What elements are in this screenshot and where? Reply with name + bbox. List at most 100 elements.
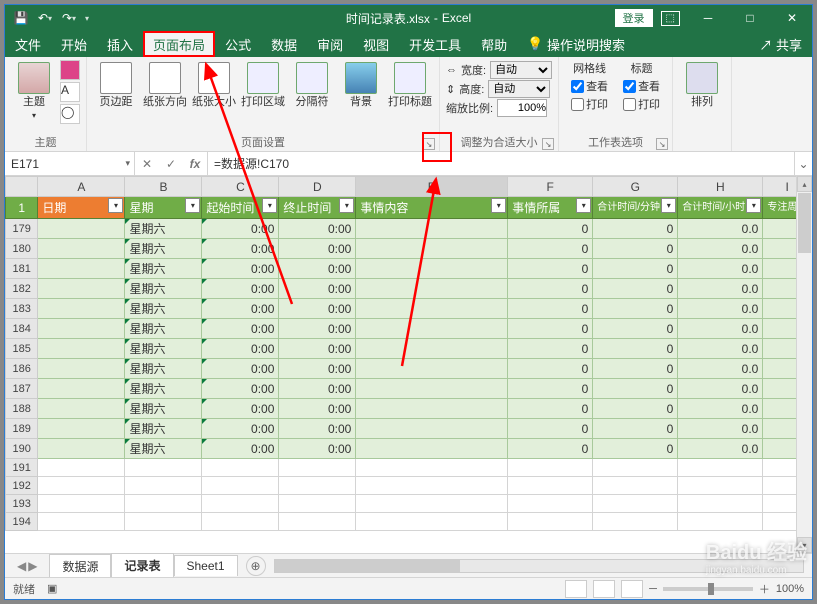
tab-file[interactable]: 文件 xyxy=(5,31,51,57)
row-header[interactable]: 186 xyxy=(6,359,38,379)
tab-page-layout[interactable]: 页面布局 xyxy=(143,31,215,57)
tab-data[interactable]: 数据 xyxy=(261,31,307,57)
zoom-slider[interactable] xyxy=(663,587,753,591)
background-button[interactable]: 背景 xyxy=(338,60,384,111)
print-area-button[interactable]: 打印区域 xyxy=(240,60,286,111)
save-icon[interactable]: 💾 xyxy=(13,10,29,26)
gridlines-view-check[interactable]: 查看 xyxy=(571,78,608,94)
select-all-corner[interactable] xyxy=(6,177,38,197)
row-header[interactable]: 181 xyxy=(6,259,38,279)
row-header[interactable]: 179 xyxy=(6,219,38,239)
zoom-out-icon[interactable]: ─ xyxy=(649,583,657,595)
horizontal-scrollbar[interactable] xyxy=(274,559,804,573)
filter-icon[interactable]: ▾ xyxy=(108,198,123,213)
tab-developer[interactable]: 开发工具 xyxy=(399,31,471,57)
zoom-level[interactable]: 100% xyxy=(776,583,804,595)
zoom-in-icon[interactable]: ＋ xyxy=(759,581,770,597)
filter-icon[interactable]: ▾ xyxy=(576,198,591,213)
redo-icon[interactable]: ↷▾ xyxy=(61,10,77,26)
tab-review[interactable]: 审阅 xyxy=(307,31,353,57)
name-box[interactable]: E171▾ xyxy=(5,152,135,175)
row-header[interactable]: 192 xyxy=(6,477,38,495)
col-header[interactable]: H xyxy=(678,177,763,197)
ribbon-mode-icon[interactable]: ⬚ xyxy=(661,11,680,26)
scale-launcher[interactable]: ↘ xyxy=(542,138,554,150)
sheet-options-launcher[interactable]: ↘ xyxy=(656,138,668,150)
col-header[interactable]: F xyxy=(508,177,593,197)
normal-view-icon[interactable] xyxy=(565,580,587,598)
row-header[interactable]: 188 xyxy=(6,399,38,419)
filter-icon[interactable]: ▾ xyxy=(491,198,506,213)
cancel-formula-icon[interactable]: ✕ xyxy=(135,157,159,171)
close-icon[interactable]: ✕ xyxy=(772,5,812,31)
enter-formula-icon[interactable]: ✓ xyxy=(159,157,183,171)
sheet-tab[interactable]: Sheet1 xyxy=(174,555,238,576)
row-header[interactable]: 193 xyxy=(6,495,38,513)
qat-more-icon[interactable]: ▾ xyxy=(85,14,89,23)
tab-insert[interactable]: 插入 xyxy=(97,31,143,57)
height-select[interactable]: 自动 xyxy=(488,80,550,98)
row-header[interactable]: 185 xyxy=(6,339,38,359)
row-header[interactable]: 191 xyxy=(6,459,38,477)
arrange-button[interactable]: 排列 xyxy=(679,60,725,111)
col-header[interactable]: C xyxy=(202,177,279,197)
size-button[interactable]: 纸张大小 xyxy=(191,60,237,111)
orientation-button[interactable]: 纸张方向 xyxy=(142,60,188,111)
row-header[interactable]: 184 xyxy=(6,319,38,339)
row-header[interactable]: 187 xyxy=(6,379,38,399)
vertical-scrollbar[interactable]: ▴ ▾ xyxy=(796,176,812,553)
formula-input[interactable]: =数据源!C170 xyxy=(208,152,794,175)
sheet-nav-next-icon[interactable]: ▶ xyxy=(28,559,37,573)
share-button[interactable]: ↗ 共享 xyxy=(759,35,802,54)
row-header[interactable]: 183 xyxy=(6,299,38,319)
row-header[interactable]: 1 xyxy=(6,197,38,219)
filter-icon[interactable]: ▾ xyxy=(262,198,277,213)
tab-view[interactable]: 视图 xyxy=(353,31,399,57)
sheet-nav-prev-icon[interactable]: ◀ xyxy=(17,559,26,573)
col-header[interactable]: D xyxy=(279,177,356,197)
print-titles-button[interactable]: 打印标题 xyxy=(387,60,433,111)
col-header[interactable]: G xyxy=(593,177,678,197)
tellme-box[interactable]: 💡 操作说明搜索 xyxy=(517,31,635,57)
themes-button[interactable]: 主题▾ xyxy=(11,60,57,124)
page-break-view-icon[interactable] xyxy=(621,580,643,598)
scale-input[interactable] xyxy=(497,99,547,117)
maximize-icon[interactable]: □ xyxy=(730,5,770,31)
width-select[interactable]: 自动 xyxy=(490,61,552,79)
scroll-thumb[interactable] xyxy=(798,193,811,253)
headings-view-check[interactable]: 查看 xyxy=(623,78,660,94)
fonts-button[interactable]: A xyxy=(60,82,80,102)
record-macro-icon[interactable]: ▣ xyxy=(47,582,57,595)
margins-button[interactable]: 页边距 xyxy=(93,60,139,111)
row-header[interactable]: 190 xyxy=(6,439,38,459)
tab-help[interactable]: 帮助 xyxy=(471,31,517,57)
page-setup-launcher[interactable]: ↘ xyxy=(423,138,435,150)
col-header[interactable]: B xyxy=(125,177,202,197)
minimize-icon[interactable]: ─ xyxy=(688,5,728,31)
filter-icon[interactable]: ▾ xyxy=(661,198,676,213)
expand-formula-icon[interactable]: ⌄ xyxy=(794,152,812,175)
breaks-button[interactable]: 分隔符 xyxy=(289,60,335,111)
filter-icon[interactable]: ▾ xyxy=(185,198,200,213)
tab-home[interactable]: 开始 xyxy=(51,31,97,57)
col-header[interactable]: A xyxy=(38,177,125,197)
scroll-up-icon[interactable]: ▴ xyxy=(797,176,812,192)
undo-icon[interactable]: ↶▾ xyxy=(37,10,53,26)
row-header[interactable]: 182 xyxy=(6,279,38,299)
row-header[interactable]: 180 xyxy=(6,239,38,259)
row-header[interactable]: 194 xyxy=(6,513,38,531)
login-button[interactable]: 登录 xyxy=(615,9,653,27)
colors-button[interactable] xyxy=(60,60,80,80)
col-header[interactable]: E xyxy=(356,177,508,197)
page-layout-view-icon[interactable] xyxy=(593,580,615,598)
headings-print-check[interactable]: 打印 xyxy=(623,96,660,112)
tab-formulas[interactable]: 公式 xyxy=(215,31,261,57)
filter-icon[interactable]: ▾ xyxy=(746,198,761,213)
row-header[interactable]: 189 xyxy=(6,419,38,439)
filter-icon[interactable]: ▾ xyxy=(339,198,354,213)
add-sheet-icon[interactable]: ⊕ xyxy=(246,556,266,576)
sheet-tab[interactable]: 记录表 xyxy=(111,553,173,579)
gridlines-print-check[interactable]: 打印 xyxy=(571,96,608,112)
worksheet-grid[interactable]: A B C D E F G H I 1 日期▾ 星期▾ 起始时间▾ 终止时间▾ … xyxy=(5,176,812,553)
sheet-tab[interactable]: 数据源 xyxy=(49,554,111,578)
